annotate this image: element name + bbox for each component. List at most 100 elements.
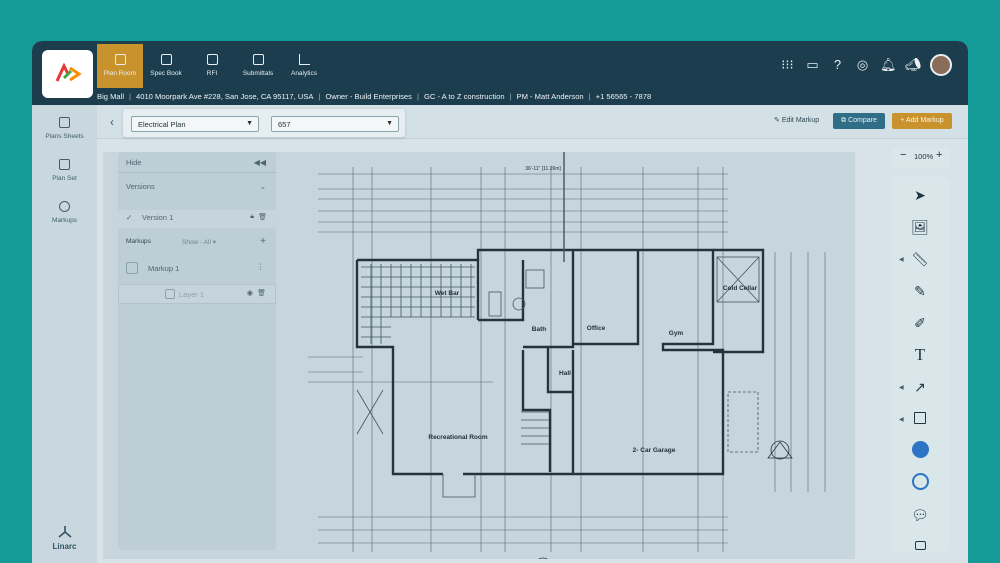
app-window: Plan Room Spec Book RFI Submittals Analy… xyxy=(32,41,968,563)
edit-markup-button[interactable]: ✎ Edit Markup xyxy=(774,116,819,124)
plan-room-icon xyxy=(114,54,126,65)
room-label: Recreational Room xyxy=(428,434,487,441)
room-label: Office xyxy=(587,325,606,332)
project-info-bar: Big Mall | 4010 Moorpark Ave #228, San Jo… xyxy=(97,91,652,101)
markup-item[interactable]: Markup 1 ⋮ xyxy=(118,260,276,278)
rail-item-plan-set[interactable]: Plan Set xyxy=(32,159,97,182)
project-phone: +1 56565 - 7878 xyxy=(595,91,652,101)
markup-checkbox[interactable] xyxy=(126,262,138,274)
plan-toolbar: ‹ Electrical Plan ▼ 657 ▼ ✎ Edit Markup … xyxy=(97,105,968,139)
layer-item[interactable]: Layer 1 ◉ 🗑︎ xyxy=(118,284,276,304)
room-label: Gym xyxy=(669,330,684,337)
lock-icon[interactable]: 🔒︎ xyxy=(250,213,254,221)
rectangle-tool-icon[interactable] xyxy=(910,409,930,429)
tab-label: Submittals xyxy=(242,70,274,77)
help-icon[interactable]: ? xyxy=(830,57,845,72)
layer-item-label: Layer 1 xyxy=(179,290,205,299)
caret-left-icon[interactable]: ◀ xyxy=(899,256,904,263)
add-markup-button[interactable]: + Add Markup xyxy=(892,113,952,129)
tab-analytics[interactable]: Analytics xyxy=(281,44,327,88)
announcement-icon[interactable]: 📣︎ xyxy=(905,57,922,72)
version-item[interactable]: ✓ Version 1 🔒︎ 🗑︎ xyxy=(118,210,276,228)
project-pm: PM - Matt Anderson xyxy=(516,91,584,101)
arrow-tool-icon[interactable]: ↗ xyxy=(910,377,930,397)
zoom-level: 100% xyxy=(914,152,934,161)
chat-icon[interactable]: ▭ xyxy=(805,57,820,72)
markups-label: Markups xyxy=(126,238,151,245)
add-icon[interactable]: + xyxy=(260,236,266,247)
caret-left-icon[interactable]: ◀ xyxy=(899,384,904,391)
tab-submittals[interactable]: Submittals xyxy=(235,44,281,88)
markups-icon xyxy=(59,201,70,212)
project-gc: GC - A to Z construction xyxy=(423,91,505,101)
rail-label: Markups xyxy=(52,217,77,224)
shape-more-icon[interactable] xyxy=(910,535,930,555)
layer-checkbox[interactable] xyxy=(165,289,175,299)
tab-rfi[interactable]: RFI xyxy=(189,44,235,88)
zoom-in-button[interactable]: + xyxy=(936,149,942,161)
highlighter-icon[interactable]: ✐ xyxy=(910,313,930,333)
user-avatar[interactable] xyxy=(930,54,952,76)
tab-label: Analytics xyxy=(290,70,317,77)
tab-plan-room[interactable]: Plan Room xyxy=(97,44,143,88)
pencil-icon[interactable]: ✎ xyxy=(910,281,930,301)
top-dimension-label: 36'-11" [11.26m] xyxy=(525,166,561,172)
tab-label: Plan Room xyxy=(103,70,137,77)
text-tool-icon[interactable]: T xyxy=(910,345,930,365)
rail-item-plans-sheets[interactable]: Plans Sheets xyxy=(32,117,97,140)
project-name: Big Mall xyxy=(97,91,125,101)
tab-spec-book[interactable]: Spec Book xyxy=(143,44,189,88)
image-icon[interactable]: 🖼︎ xyxy=(910,217,930,237)
app-logo[interactable] xyxy=(42,50,93,98)
caret-left-icon[interactable]: ◀ xyxy=(899,416,904,423)
markup-item-label: Markup 1 xyxy=(148,264,180,273)
linarc-brand-icon xyxy=(57,526,72,538)
versions-panel: Hide ◀◀ Versions ⌄ ✓ Version 1 🔒︎ 🗑︎ Mar… xyxy=(118,152,276,550)
eye-icon[interactable]: ◉ xyxy=(247,289,253,297)
left-rail: Plans Sheets Plan Set Markups Linarc xyxy=(32,105,97,563)
markup-tool-palette: ➤ 🖼︎ ◀ 📏︎ ✎ ✐ T ◀ ↗ ◀ 💬︎ xyxy=(892,177,950,552)
select-cursor-icon[interactable]: ➤ xyxy=(910,185,930,205)
versions-label: Versions xyxy=(126,182,155,191)
show-filter-label: Show - All xyxy=(182,239,211,246)
tab-label: Spec Book xyxy=(150,70,182,77)
edit-markup-label: Edit Markup xyxy=(781,117,820,124)
plan-selectors: Electrical Plan ▼ 657 ▼ xyxy=(123,109,405,137)
trash-icon[interactable]: 🗑︎ xyxy=(257,289,266,297)
more-options-icon[interactable]: ⋮ xyxy=(257,262,265,271)
header-actions: ⁝⁝⁝ ▭ ? ◎ 🔔︎ 📣︎ xyxy=(780,57,922,72)
fill-color-icon[interactable] xyxy=(910,441,930,461)
compare-button[interactable]: ⧉ Compare xyxy=(833,113,885,129)
trash-icon[interactable]: 🗑︎ xyxy=(258,213,267,221)
project-address: 4010 Moorpark Ave #228, San Jose, CA 951… xyxy=(136,91,314,101)
sheet-select[interactable]: 657 ▼ xyxy=(271,116,399,132)
chevron-down-icon: ⌄ xyxy=(259,182,266,191)
analytics-icon xyxy=(298,54,310,65)
caret-down-icon: ▼ xyxy=(246,120,253,127)
tab-label: RFI xyxy=(206,70,218,77)
plan-type-value: Electrical Plan xyxy=(138,120,186,129)
room-label: Wet Bar xyxy=(435,290,460,297)
plan-type-select[interactable]: Electrical Plan ▼ xyxy=(131,116,259,132)
collapse-icon[interactable]: ◀◀ xyxy=(254,158,266,167)
add-markup-label: Add Markup xyxy=(905,117,944,124)
plan-set-icon xyxy=(59,159,70,170)
project-owner: Owner - Build Enterprises xyxy=(325,91,412,101)
chevron-left-icon[interactable]: ‹ xyxy=(110,115,114,129)
zoom-out-button[interactable]: − xyxy=(900,149,906,161)
rfi-icon xyxy=(206,54,218,65)
rail-label: Plans Sheets xyxy=(45,133,84,140)
plans-sheets-icon xyxy=(59,117,70,128)
comment-icon[interactable]: 💬︎ xyxy=(910,505,930,525)
notification-bell-icon[interactable]: 🔔︎ xyxy=(880,57,897,72)
stroke-color-icon[interactable] xyxy=(910,473,930,493)
version-item-label: Version 1 xyxy=(142,213,174,222)
brand-name: Linarc xyxy=(52,542,77,551)
apps-grid-icon[interactable]: ⁝⁝⁝ xyxy=(780,57,795,72)
linarc-logo-icon xyxy=(55,63,82,82)
show-filter[interactable]: Show - All ▾ xyxy=(182,238,216,246)
room-label: Hall xyxy=(559,370,571,377)
rail-item-markups[interactable]: Markups xyxy=(32,201,97,224)
measure-ruler-icon[interactable]: 📏︎ xyxy=(910,249,930,269)
ai-assistant-icon[interactable]: ◎ xyxy=(855,57,870,72)
